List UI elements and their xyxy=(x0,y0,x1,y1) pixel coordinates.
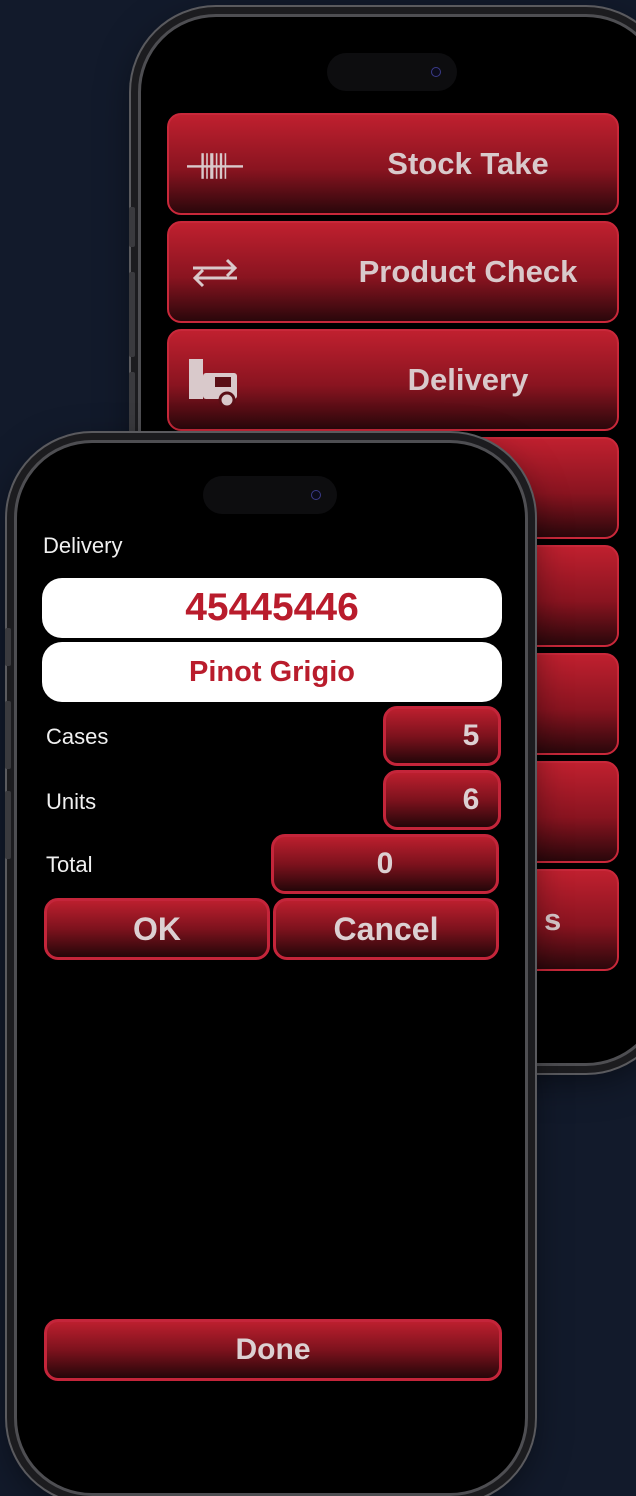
side-button xyxy=(129,272,135,357)
menu-button-stock-take[interactable]: Stock Take xyxy=(167,113,619,215)
units-value: 6 xyxy=(462,783,480,816)
cancel-button-label: Cancel xyxy=(333,910,439,947)
done-button-label: Done xyxy=(235,1333,311,1366)
dynamic-island xyxy=(203,476,337,514)
ok-button[interactable]: OK xyxy=(44,898,270,960)
menu-button-label: Product Check xyxy=(358,254,578,289)
units-value-button[interactable]: 6 xyxy=(383,770,501,830)
done-button[interactable]: Done xyxy=(44,1319,502,1381)
menu-button-label: Delivery xyxy=(407,362,529,397)
menu-button-product-check[interactable]: Product Check xyxy=(167,221,619,323)
camera-icon xyxy=(431,67,441,77)
product-name-field: Pinot Grigio xyxy=(42,642,502,702)
units-label: Units xyxy=(46,789,97,814)
cancel-button[interactable]: Cancel xyxy=(273,898,499,960)
total-value: 0 xyxy=(376,847,394,880)
total-label: Total xyxy=(46,852,93,877)
cases-label: Cases xyxy=(46,724,109,749)
front-phone: Delivery 45445446 Pinot Grigio Cases 5 U… xyxy=(5,440,528,1496)
dynamic-island xyxy=(327,53,457,91)
ok-button-label: OK xyxy=(133,910,181,947)
camera-icon xyxy=(311,490,321,500)
side-button xyxy=(129,207,135,247)
side-button xyxy=(5,701,11,769)
side-button xyxy=(5,791,11,859)
cases-value: 5 xyxy=(462,719,480,752)
menu-button-delivery[interactable]: Delivery xyxy=(167,329,619,431)
total-value-button[interactable]: 0 xyxy=(271,834,499,894)
menu-button-label: Stock Take xyxy=(387,146,549,181)
product-code-field: 45445446 xyxy=(42,578,502,638)
screen-title: Delivery xyxy=(43,533,123,558)
cases-value-button[interactable]: 5 xyxy=(383,706,501,766)
side-button xyxy=(5,628,11,666)
